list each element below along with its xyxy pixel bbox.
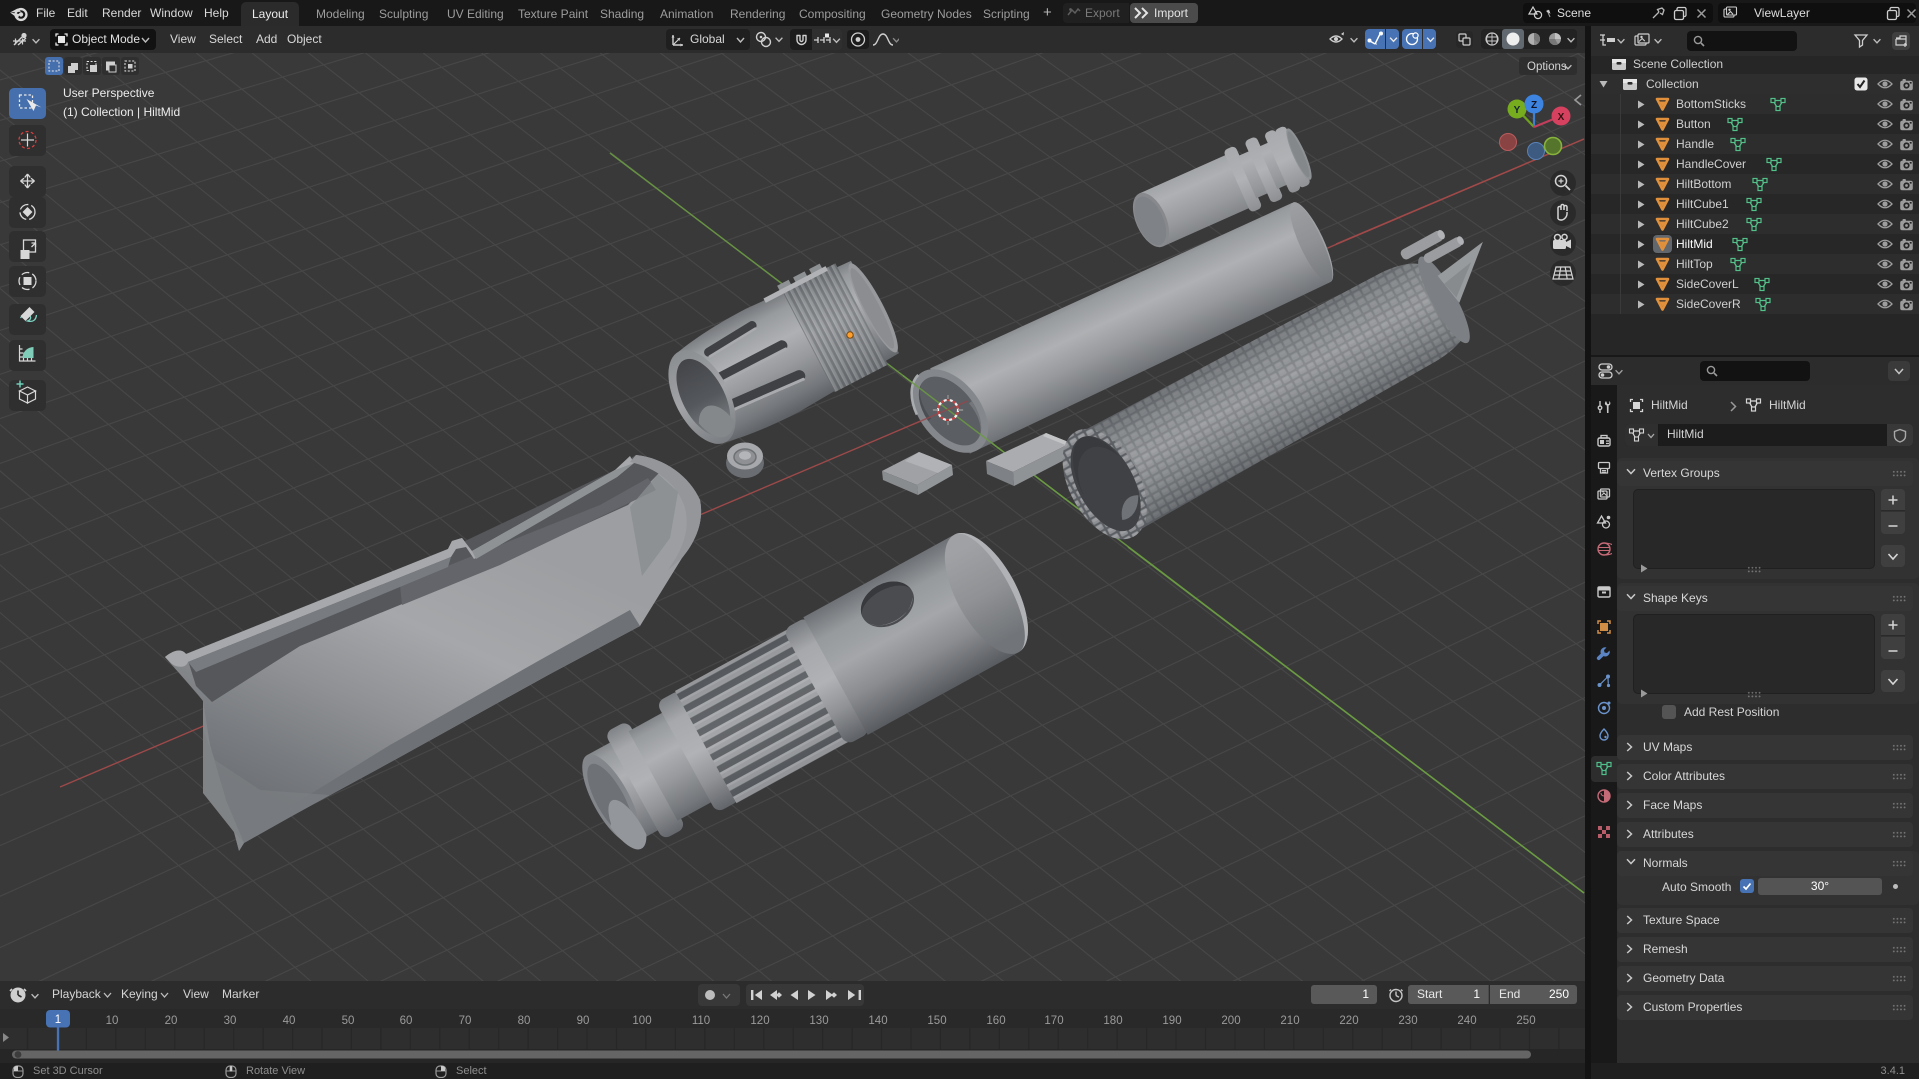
svg-text:Z: Z: [1531, 100, 1537, 111]
svg-text:Options: Options: [1527, 61, 1567, 73]
svg-text:10: 10: [106, 1015, 119, 1027]
svg-text:110: 110: [692, 1015, 710, 1027]
svg-text:180: 180: [1103, 1015, 1122, 1027]
svg-text:160: 160: [986, 1015, 1005, 1027]
svg-text:210: 210: [1280, 1015, 1299, 1027]
svg-text:120: 120: [750, 1015, 769, 1027]
svg-text:30: 30: [224, 1015, 237, 1027]
svg-text:250: 250: [1516, 1015, 1535, 1027]
svg-text:220: 220: [1339, 1015, 1358, 1027]
svg-text:70: 70: [459, 1015, 472, 1027]
svg-text:(1) Collection | HiltMid: (1) Collection | HiltMid: [63, 105, 180, 119]
svg-text:Y: Y: [1514, 105, 1521, 116]
svg-text:90: 90: [577, 1015, 590, 1027]
svg-text:40: 40: [283, 1015, 296, 1027]
svg-text:140: 140: [868, 1015, 887, 1027]
svg-text:60: 60: [400, 1015, 413, 1027]
svg-text:200: 200: [1221, 1015, 1240, 1027]
svg-text:130: 130: [809, 1015, 828, 1027]
svg-text:190: 190: [1162, 1015, 1181, 1027]
svg-text:80: 80: [518, 1015, 531, 1027]
svg-text:150: 150: [927, 1015, 946, 1027]
svg-text:100: 100: [632, 1015, 651, 1027]
svg-text:170: 170: [1044, 1015, 1063, 1027]
svg-text:50: 50: [342, 1015, 355, 1027]
svg-text:240: 240: [1457, 1015, 1476, 1027]
svg-text:230: 230: [1398, 1015, 1417, 1027]
svg-text:20: 20: [165, 1015, 178, 1027]
svg-text:X: X: [1558, 112, 1565, 123]
svg-text:1: 1: [55, 1014, 61, 1026]
svg-text:User Perspective: User Perspective: [63, 86, 155, 100]
